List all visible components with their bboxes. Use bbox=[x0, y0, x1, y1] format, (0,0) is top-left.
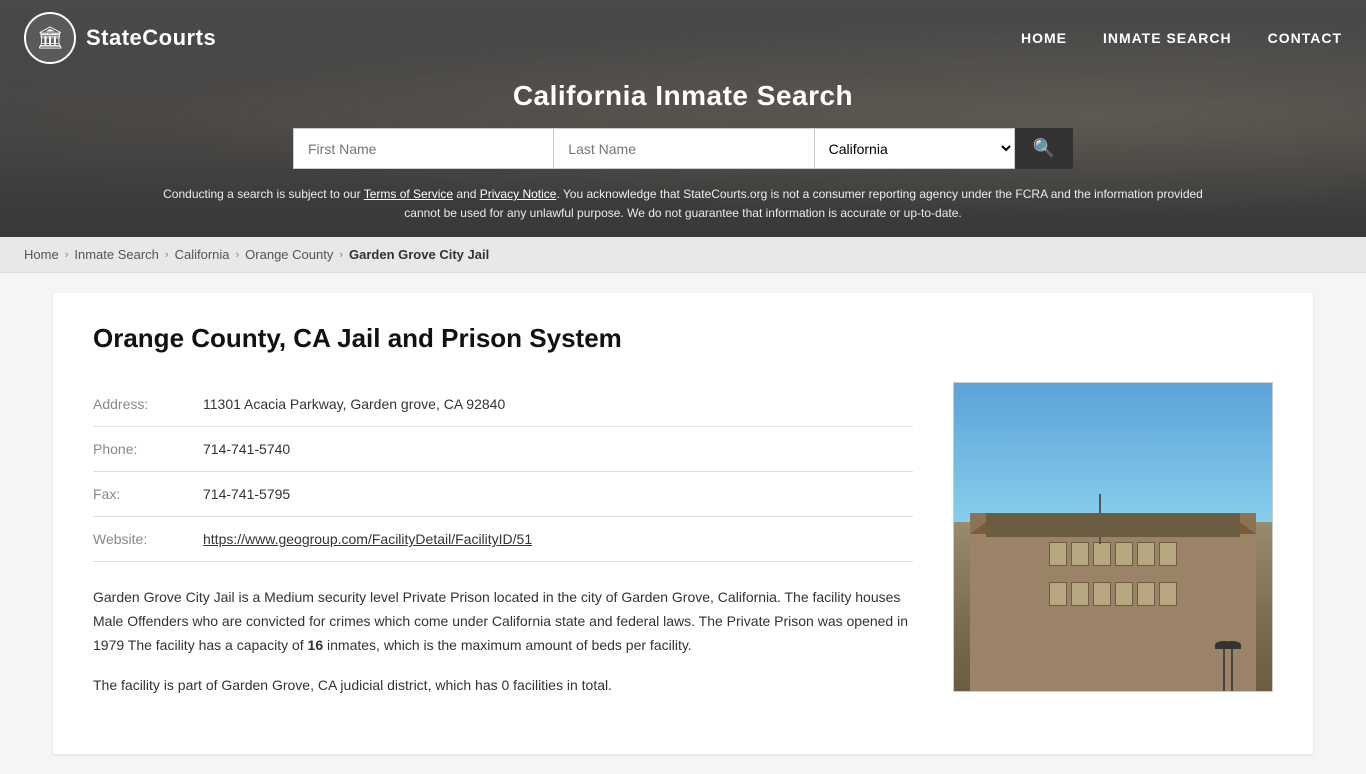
street-lights bbox=[1223, 641, 1233, 691]
building bbox=[970, 513, 1256, 692]
nav-inmate-search[interactable]: INMATE SEARCH bbox=[1103, 30, 1232, 46]
breadcrumb-separator-1: › bbox=[65, 249, 69, 261]
fax-label: Fax: bbox=[93, 486, 183, 502]
breadcrumb-california[interactable]: California bbox=[175, 247, 230, 262]
building-roof bbox=[970, 513, 1256, 534]
description-p1-end: inmates, which is the maximum amount of … bbox=[327, 637, 692, 653]
window-4 bbox=[1115, 542, 1133, 566]
light-top-2 bbox=[1223, 641, 1241, 649]
fax-row: Fax: 714-741-5795 bbox=[93, 472, 913, 517]
nav-home[interactable]: HOME bbox=[1021, 30, 1067, 46]
search-icon: 🔍 bbox=[1033, 138, 1055, 159]
description-paragraph-1: Garden Grove City Jail is a Medium secur… bbox=[93, 586, 913, 657]
address-value: 11301 Acacia Parkway, Garden grove, CA 9… bbox=[203, 396, 505, 412]
breadcrumb-separator-2: › bbox=[165, 249, 169, 261]
main-content: Orange County, CA Jail and Prison System… bbox=[53, 293, 1313, 753]
phone-row: Phone: 714-741-5740 bbox=[93, 427, 913, 472]
breadcrumb-current: Garden Grove City Jail bbox=[349, 247, 489, 262]
description-paragraph-2: The facility is part of Garden Grove, CA… bbox=[93, 674, 913, 698]
capacity-value: 16 bbox=[308, 637, 324, 653]
logo[interactable]: 🏛 StateCourts bbox=[24, 12, 216, 64]
disclaimer-text: Conducting a search is subject to our Te… bbox=[133, 185, 1233, 237]
fax-value: 714-741-5795 bbox=[203, 486, 290, 502]
window-7 bbox=[1049, 582, 1067, 606]
building-body bbox=[970, 534, 1256, 691]
address-label: Address: bbox=[93, 396, 183, 412]
state-select[interactable]: Select State AlabamaAlaskaArizona Arkans… bbox=[815, 128, 1015, 169]
facility-description: Garden Grove City Jail is a Medium secur… bbox=[93, 586, 913, 697]
website-row: Website: https://www.geogroup.com/Facili… bbox=[93, 517, 913, 562]
hero-section: 🏛 StateCourts HOME INMATE SEARCH CONTACT… bbox=[0, 0, 1366, 237]
hero-title: California Inmate Search bbox=[513, 80, 853, 112]
info-table: Address: 11301 Acacia Parkway, Garden gr… bbox=[93, 382, 913, 713]
breadcrumb-home[interactable]: Home bbox=[24, 247, 59, 262]
breadcrumb-separator-3: › bbox=[236, 249, 240, 261]
window-11 bbox=[1137, 582, 1155, 606]
breadcrumb-separator-4: › bbox=[339, 249, 343, 261]
building-windows bbox=[970, 534, 1256, 574]
window-3 bbox=[1093, 542, 1111, 566]
antenna bbox=[1099, 494, 1101, 544]
first-name-input[interactable] bbox=[293, 128, 553, 169]
building-windows-row2 bbox=[970, 574, 1256, 614]
light-pole-2 bbox=[1231, 641, 1233, 691]
phone-value: 714-741-5740 bbox=[203, 441, 290, 457]
search-bar: Select State AlabamaAlaskaArizona Arkans… bbox=[293, 128, 1073, 169]
window-6 bbox=[1159, 542, 1177, 566]
privacy-link[interactable]: Privacy Notice bbox=[480, 187, 557, 201]
website-label: Website: bbox=[93, 531, 183, 547]
window-1 bbox=[1049, 542, 1067, 566]
window-12 bbox=[1159, 582, 1177, 606]
phone-label: Phone: bbox=[93, 441, 183, 457]
breadcrumb-orange-county[interactable]: Orange County bbox=[245, 247, 333, 262]
window-8 bbox=[1071, 582, 1089, 606]
last-name-input[interactable] bbox=[553, 128, 814, 169]
breadcrumb-inmate-search[interactable]: Inmate Search bbox=[74, 247, 159, 262]
logo-icon: 🏛 bbox=[24, 12, 76, 64]
website-link[interactable]: https://www.geogroup.com/FacilityDetail/… bbox=[203, 531, 532, 547]
sky-background bbox=[954, 383, 1272, 522]
facility-title: Orange County, CA Jail and Prison System bbox=[93, 323, 1273, 354]
terms-link[interactable]: Terms of Service bbox=[364, 187, 453, 201]
address-row: Address: 11301 Acacia Parkway, Garden gr… bbox=[93, 382, 913, 427]
facility-info: Address: 11301 Acacia Parkway, Garden gr… bbox=[93, 382, 1273, 713]
facility-image bbox=[953, 382, 1273, 692]
search-button[interactable]: 🔍 bbox=[1015, 128, 1073, 169]
window-2 bbox=[1071, 542, 1089, 566]
site-name: StateCourts bbox=[86, 25, 216, 51]
window-10 bbox=[1115, 582, 1133, 606]
top-navigation: 🏛 StateCourts HOME INMATE SEARCH CONTACT bbox=[0, 0, 1366, 76]
nav-contact[interactable]: CONTACT bbox=[1268, 30, 1342, 46]
nav-links: HOME INMATE SEARCH CONTACT bbox=[1021, 30, 1342, 46]
window-9 bbox=[1093, 582, 1111, 606]
breadcrumb: Home › Inmate Search › California › Oran… bbox=[0, 237, 1366, 273]
window-5 bbox=[1137, 542, 1155, 566]
